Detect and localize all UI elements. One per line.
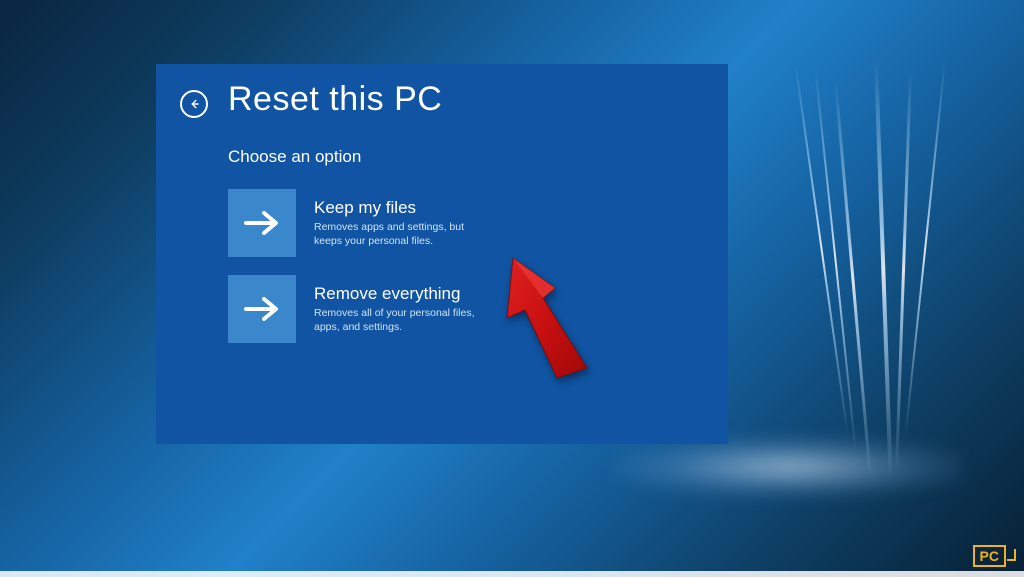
watermark: PC bbox=[973, 545, 1006, 567]
option-title: Keep my files bbox=[314, 198, 528, 218]
annotation-arrow-icon bbox=[495, 250, 605, 390]
option-remove-everything[interactable]: Remove everything Removes all of your pe… bbox=[228, 275, 528, 343]
back-arrow-icon bbox=[187, 97, 201, 111]
option-description: Removes apps and settings, but keeps you… bbox=[314, 220, 494, 248]
option-text: Keep my files Removes apps and settings,… bbox=[314, 198, 528, 248]
bottom-border bbox=[0, 571, 1024, 577]
arrow-right-icon bbox=[228, 189, 296, 257]
background-glow bbox=[614, 437, 964, 497]
dialog-subtitle: Choose an option bbox=[228, 147, 704, 167]
dialog-header: Reset this PC bbox=[180, 80, 704, 119]
reset-pc-dialog: Reset this PC Choose an option Keep my f… bbox=[156, 64, 728, 444]
dialog-title: Reset this PC bbox=[228, 80, 442, 119]
dialog-body: Choose an option Keep my files Removes a… bbox=[228, 147, 704, 343]
watermark-label: PC bbox=[980, 548, 999, 564]
option-description: Removes all of your personal files, apps… bbox=[314, 306, 494, 334]
back-button[interactable] bbox=[180, 90, 208, 118]
watermark-badge: PC bbox=[973, 545, 1006, 567]
option-keep-my-files[interactable]: Keep my files Removes apps and settings,… bbox=[228, 189, 528, 257]
arrow-right-icon bbox=[228, 275, 296, 343]
